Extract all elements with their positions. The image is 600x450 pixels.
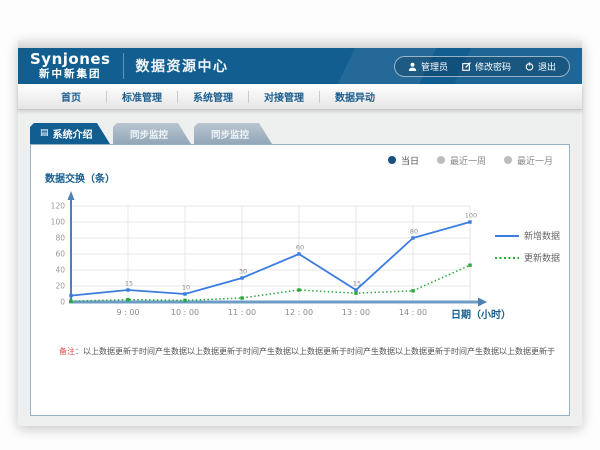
company-logo: Synjones 新中新集团: [30, 52, 111, 80]
x-tick-label: 14 : 00: [399, 308, 427, 317]
logo-company: 新中新集团: [39, 69, 102, 80]
radio-last-week-label: 最近一周: [450, 154, 486, 167]
tab-sync-monitor-2[interactable]: 同步监控: [194, 123, 272, 144]
x-tick-label: 11 : 00: [228, 308, 256, 317]
data-point: [468, 264, 471, 267]
window-top-strip: [18, 40, 582, 48]
y-axis-title: 数据交换（条）: [45, 170, 569, 184]
nav-item-data-change[interactable]: 数据异动: [320, 89, 390, 104]
content-area: ▤ 系统介绍 同步监控 同步监控 当日 最近一周: [18, 110, 582, 416]
y-tick-label: 60: [55, 250, 65, 259]
x-axis-title: 日期（小时）: [451, 308, 511, 321]
tab-system-intro[interactable]: ▤ 系统介绍: [30, 123, 110, 144]
page-title: 数据资源中心: [136, 56, 229, 76]
x-tick-label: 9 : 00: [116, 308, 139, 317]
y-axis-arrow-icon: [68, 191, 75, 200]
radio-today[interactable]: 当日: [388, 154, 419, 167]
user-icon: [408, 62, 417, 71]
radio-selected-icon: [388, 156, 396, 164]
logo-brand: Synjones: [30, 52, 111, 67]
y-tick-label: 0: [60, 298, 65, 307]
data-point: [297, 252, 300, 255]
radio-unselected-icon: [504, 156, 512, 164]
main-nav: 首页 标准管理 系统管理 对接管理 数据异动: [18, 84, 582, 110]
change-password-button[interactable]: 修改密码: [462, 60, 511, 73]
y-tick-label: 80: [55, 234, 65, 243]
x-tick-label: 10 : 00: [171, 308, 199, 317]
data-point: [354, 292, 357, 295]
power-icon: [525, 62, 534, 71]
app-header: Synjones 新中新集团 数据资源中心 管理员 修改密码 退出: [18, 48, 582, 84]
data-point-label: 15: [125, 280, 133, 288]
change-password-label: 修改密码: [475, 60, 511, 73]
data-point-label: 10: [182, 284, 190, 292]
nav-item-home[interactable]: 首页: [36, 89, 106, 104]
tab-sync-monitor-2-label: 同步监控: [211, 127, 249, 141]
app-window: Synjones 新中新集团 数据资源中心 管理员 修改密码 退出 首页 标准管…: [18, 40, 582, 426]
footnote: 备注：以上数据更新于时间产生数据以上数据更新于时间产生数据以上数据更新于时间产生…: [59, 346, 569, 357]
y-tick-label: 20: [55, 282, 65, 291]
radio-last-month-label: 最近一月: [517, 154, 553, 167]
data-point-label: 80: [410, 228, 418, 236]
tab-bar: ▤ 系统介绍 同步监控 同步监控: [30, 123, 582, 144]
document-icon: ▤: [40, 129, 49, 138]
legend-label-1[interactable]: 更新数据: [524, 252, 560, 264]
data-point: [468, 220, 471, 223]
radio-last-month[interactable]: 最近一月: [504, 154, 553, 167]
exchange-chart: 0 20 40 60 80 100 120 9 : 00 10 : 00 11 : 00 12 : …: [31, 184, 567, 332]
logout-button[interactable]: 退出: [525, 60, 556, 73]
footnote-label: 备注: [59, 347, 75, 356]
data-point: [126, 288, 129, 291]
user-menu-admin-label: 管理员: [421, 60, 448, 73]
x-tick-label: 13 : 00: [342, 308, 370, 317]
y-tick-label: 100: [51, 218, 66, 227]
chart-panel: 当日 最近一周 最近一月 数据交换（条） 0 20 40 60 80 100 120 9 : …: [30, 144, 570, 416]
header-divider: [123, 53, 124, 79]
logout-label: 退出: [538, 60, 556, 73]
data-point: [411, 236, 414, 239]
data-point: [183, 292, 186, 295]
data-point-label: 30: [239, 268, 247, 276]
nav-item-standard-mgmt[interactable]: 标准管理: [107, 89, 177, 104]
data-point-label: 60: [296, 244, 304, 252]
y-tick-label: 120: [51, 202, 66, 211]
tab-sync-monitor-1[interactable]: 同步监控: [113, 123, 191, 144]
data-point-label: 100: [465, 212, 477, 220]
data-point: [69, 294, 72, 297]
legend-label-0[interactable]: 新增数据: [524, 230, 560, 242]
radio-unselected-icon: [437, 156, 445, 164]
data-point: [69, 300, 72, 303]
data-point: [411, 289, 414, 292]
x-tick-label: 12 : 00: [285, 308, 313, 317]
y-tick-label: 40: [55, 266, 65, 275]
footnote-text: ：以上数据更新于时间产生数据以上数据更新于时间产生数据以上数据更新于时间产生数据…: [75, 347, 555, 356]
edit-icon: [462, 62, 471, 71]
nav-item-docking-mgmt[interactable]: 对接管理: [249, 89, 319, 104]
data-point: [240, 276, 243, 279]
data-point: [240, 296, 243, 299]
tab-sync-monitor-1-label: 同步监控: [130, 127, 168, 141]
data-point: [354, 288, 357, 291]
data-point-label: 15: [353, 280, 361, 288]
tab-system-intro-label: 系统介绍: [53, 126, 93, 141]
radio-today-label: 当日: [401, 154, 419, 167]
user-menu-admin[interactable]: 管理员: [408, 60, 448, 73]
time-range-group: 当日 最近一周 最近一月: [31, 154, 553, 166]
data-point: [126, 298, 129, 301]
nav-item-system-mgmt[interactable]: 系统管理: [178, 89, 248, 104]
radio-last-week[interactable]: 最近一周: [437, 154, 486, 167]
user-menu: 管理员 修改密码 退出: [394, 56, 570, 77]
data-point: [297, 288, 300, 291]
x-axis-arrow-icon: [478, 298, 487, 307]
data-point: [183, 299, 186, 302]
